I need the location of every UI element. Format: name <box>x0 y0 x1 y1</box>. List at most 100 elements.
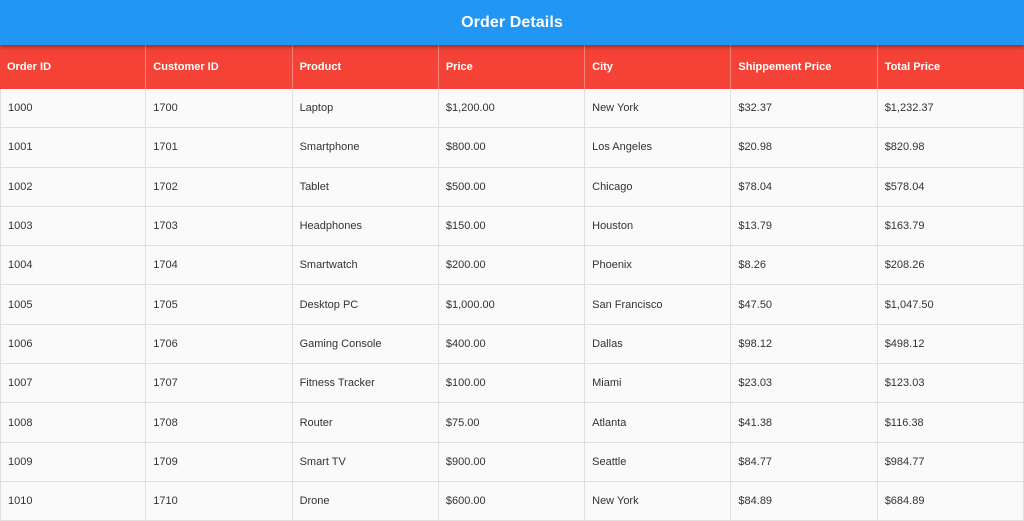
cell-customer-id[interactable]: 1708 <box>146 403 293 442</box>
cell-shipment-price[interactable]: $13.79 <box>731 206 878 246</box>
cell-price[interactable]: $150.00 <box>439 206 586 246</box>
cell-shipment-price[interactable]: $41.38 <box>731 403 878 442</box>
cell-order-id[interactable]: 1005 <box>0 285 147 324</box>
cell-product[interactable]: Tablet <box>293 167 439 206</box>
cell-product[interactable]: Smartphone <box>293 128 439 167</box>
cell-total-price[interactable]: $578.04 <box>878 167 1024 206</box>
column-header-shipment-price[interactable]: Shippement Price <box>731 45 878 89</box>
cell-product[interactable]: Smartwatch <box>293 246 439 285</box>
table-row[interactable]: 1001 1701 Smartphone $800.00 Los Angeles $20.… <box>0 128 1024 168</box>
cell-customer-id[interactable]: 1706 <box>146 324 293 364</box>
cell-price[interactable]: $1,200.00 <box>439 89 586 128</box>
cell-price[interactable]: $1,000.00 <box>439 285 586 324</box>
cell-price[interactable]: $900.00 <box>439 442 586 481</box>
cell-price[interactable]: $100.00 <box>439 364 586 403</box>
cell-city[interactable]: Phoenix <box>585 246 732 285</box>
cell-customer-id[interactable]: 1702 <box>146 167 293 206</box>
cell-city[interactable]: Seattle <box>585 442 732 481</box>
cell-customer-id[interactable]: 1700 <box>146 89 293 128</box>
cell-customer-id[interactable]: 1709 <box>146 442 293 481</box>
cell-shipment-price[interactable]: $47.50 <box>731 285 878 324</box>
cell-product[interactable]: Headphones <box>293 206 439 246</box>
cell-order-id[interactable]: 1009 <box>0 442 147 481</box>
cell-order-id[interactable]: 1004 <box>0 246 147 285</box>
cell-city[interactable]: New York <box>585 481 732 521</box>
cell-city[interactable]: Atlanta <box>585 403 732 442</box>
cell-city[interactable]: Miami <box>585 364 732 403</box>
column-header-price[interactable]: Price <box>439 45 586 89</box>
table-row[interactable]: 1007 1707 Fitness Tracker $100.00 Miami $23.0… <box>0 364 1024 404</box>
cell-order-id[interactable]: 1002 <box>0 167 147 206</box>
cell-product[interactable]: Smart TV <box>293 442 439 481</box>
cell-product[interactable]: Laptop <box>293 89 439 128</box>
cell-order-id[interactable]: 1001 <box>0 128 147 167</box>
cell-total-price[interactable]: $208.26 <box>878 246 1024 285</box>
cell-customer-id[interactable]: 1701 <box>146 128 293 167</box>
cell-price[interactable]: $75.00 <box>439 403 586 442</box>
cell-price[interactable]: $200.00 <box>439 246 586 285</box>
column-header-city[interactable]: City <box>585 45 732 89</box>
cell-customer-id[interactable]: 1704 <box>146 246 293 285</box>
cell-shipment-price[interactable]: $20.98 <box>731 128 878 167</box>
cell-shipment-price[interactable]: $32.37 <box>731 89 878 128</box>
cell-order-id[interactable]: 1010 <box>0 481 147 521</box>
column-header-order-id[interactable]: Order ID <box>0 45 147 89</box>
cell-total-price[interactable]: $1,047.50 <box>878 285 1024 324</box>
cell-city[interactable]: New York <box>585 89 732 128</box>
column-header-product[interactable]: Product <box>293 45 439 89</box>
cell-product[interactable]: Drone <box>293 481 439 521</box>
cell-shipment-price[interactable]: $23.03 <box>731 364 878 403</box>
cell-customer-id[interactable]: 1705 <box>146 285 293 324</box>
cell-shipment-price[interactable]: $78.04 <box>731 167 878 206</box>
cell-city[interactable]: Chicago <box>585 167 732 206</box>
cell-price[interactable]: $500.00 <box>439 167 586 206</box>
cell-price[interactable]: $400.00 <box>439 324 586 364</box>
cell-order-id[interactable]: 1008 <box>0 403 147 442</box>
cell-customer-id[interactable]: 1707 <box>146 364 293 403</box>
table-row[interactable]: 1006 1706 Gaming Console $400.00 Dallas $98.1… <box>0 324 1024 365</box>
table-row[interactable]: 1003 1703 Headphones $150.00 Houston $13.79 $1… <box>0 206 1024 247</box>
table-row[interactable]: 1000 1700 Laptop $1,200.00 New York $32.37 $1,… <box>0 89 1024 129</box>
cell-total-price[interactable]: $1,232.37 <box>878 89 1024 128</box>
table-row[interactable]: 1009 1709 Smart TV $900.00 Seattle $84.77 $984… <box>0 442 1024 482</box>
table-body: 1000 1700 Laptop $1,200.00 New York $32.37 $1,… <box>0 89 1024 521</box>
cell-city[interactable]: Houston <box>585 206 732 246</box>
cell-total-price[interactable]: $163.79 <box>878 206 1024 246</box>
cell-city[interactable]: Los Angeles <box>585 128 732 167</box>
table-header-row: Order ID Customer ID Product Price City … <box>0 45 1024 89</box>
cell-shipment-price[interactable]: $84.89 <box>731 481 878 521</box>
cell-product[interactable]: Router <box>293 403 439 442</box>
cell-price[interactable]: $600.00 <box>439 481 586 521</box>
cell-product[interactable]: Fitness Tracker <box>293 364 439 403</box>
cell-city[interactable]: Dallas <box>585 324 732 364</box>
cell-shipment-price[interactable]: $98.12 <box>731 324 878 364</box>
cell-total-price[interactable]: $123.03 <box>878 364 1024 403</box>
cell-total-price[interactable]: $684.89 <box>878 481 1024 521</box>
table-row[interactable]: 1010 1710 Drone $600.00 New York $84.89 $684.8… <box>0 481 1024 521</box>
cell-customer-id[interactable]: 1710 <box>146 481 293 521</box>
cell-order-id[interactable]: 1000 <box>0 89 147 128</box>
cell-product[interactable]: Gaming Console <box>293 324 439 364</box>
cell-price[interactable]: $800.00 <box>439 128 586 167</box>
cell-order-id[interactable]: 1003 <box>0 206 147 246</box>
table-row[interactable]: 1004 1704 Smartwatch $200.00 Phoenix $8.26 $20… <box>0 246 1024 286</box>
cell-total-price[interactable]: $116.38 <box>878 403 1024 442</box>
cell-total-price[interactable]: $984.77 <box>878 442 1024 481</box>
page-title: Order Details <box>461 13 563 31</box>
cell-order-id[interactable]: 1007 <box>0 364 147 403</box>
cell-total-price[interactable]: $498.12 <box>878 324 1024 364</box>
cell-customer-id[interactable]: 1703 <box>146 206 293 246</box>
order-data-grid: Order ID Customer ID Product Price City … <box>0 45 1024 521</box>
cell-city[interactable]: San Francisco <box>585 285 732 324</box>
table-row[interactable]: 1008 1708 Router $75.00 Atlanta $41.38 $116.38 <box>0 403 1024 443</box>
app-bar: Order Details <box>0 0 1024 45</box>
column-header-customer-id[interactable]: Customer ID <box>146 45 293 89</box>
column-header-total-price[interactable]: Total Price <box>878 45 1024 89</box>
table-row[interactable]: 1002 1702 Tablet $500.00 Chicago $78.04 $578.0… <box>0 167 1024 207</box>
cell-product[interactable]: Desktop PC <box>293 285 439 324</box>
cell-order-id[interactable]: 1006 <box>0 324 147 364</box>
table-row[interactable]: 1005 1705 Desktop PC $1,000.00 San Francisco… <box>0 285 1024 325</box>
cell-shipment-price[interactable]: $84.77 <box>731 442 878 481</box>
cell-total-price[interactable]: $820.98 <box>878 128 1024 167</box>
cell-shipment-price[interactable]: $8.26 <box>731 246 878 285</box>
